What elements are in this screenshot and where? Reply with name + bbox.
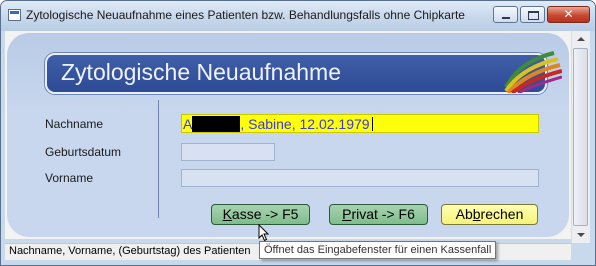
window-title: Zytologische Neuaufnahme eines Patienten… bbox=[26, 8, 465, 22]
text-caret bbox=[371, 117, 373, 131]
status-text: Nachname, Vorname, (Geburtstag) des Pati… bbox=[9, 245, 251, 257]
scroll-down-icon[interactable] bbox=[573, 227, 589, 243]
tooltip: Öffnet das Eingabefenster für einen Kass… bbox=[259, 241, 497, 259]
privat-button[interactable]: Privat -> F6 bbox=[329, 204, 428, 225]
separator-line bbox=[158, 100, 159, 218]
maximize-icon bbox=[521, 7, 544, 22]
scrollbar-thumb[interactable] bbox=[573, 48, 588, 226]
rainbow-swoosh-logo bbox=[504, 51, 562, 93]
geburtsdatum-input[interactable] bbox=[181, 143, 275, 161]
header-banner: Zytologische Neuaufnahme bbox=[45, 51, 562, 94]
vorname-input[interactable] bbox=[181, 169, 539, 187]
app-window-icon[interactable] bbox=[8, 9, 21, 21]
window: Zytologische Neuaufnahme eines Patienten… bbox=[0, 0, 596, 266]
mouse-pointer-icon bbox=[258, 224, 270, 242]
vorname-label: Vorname bbox=[45, 171, 94, 185]
kasse-button[interactable]: Kasse -> F5 bbox=[211, 204, 310, 225]
minimize-button[interactable] bbox=[493, 6, 518, 23]
abbrechen-button[interactable]: Abbrechen bbox=[441, 204, 538, 225]
minimize-icon bbox=[494, 7, 517, 22]
nachname-value: A, Sabine, 12.02.1979 bbox=[183, 115, 373, 133]
page-title: Zytologische Neuaufnahme bbox=[61, 59, 341, 85]
maximize-button[interactable] bbox=[520, 6, 545, 23]
close-icon: ✕ bbox=[563, 7, 574, 21]
close-button[interactable]: ✕ bbox=[547, 6, 590, 23]
nachname-input[interactable]: A, Sabine, 12.02.1979 bbox=[181, 114, 539, 133]
nachname-label: Nachname bbox=[45, 117, 104, 131]
geburtsdatum-label: Geburtsdatum bbox=[45, 145, 122, 159]
title-bar[interactable]: Zytologische Neuaufnahme eines Patienten… bbox=[1, 1, 595, 31]
scroll-up-icon[interactable] bbox=[573, 31, 589, 47]
redaction-block bbox=[192, 116, 241, 132]
vertical-scrollbar[interactable] bbox=[571, 31, 590, 243]
